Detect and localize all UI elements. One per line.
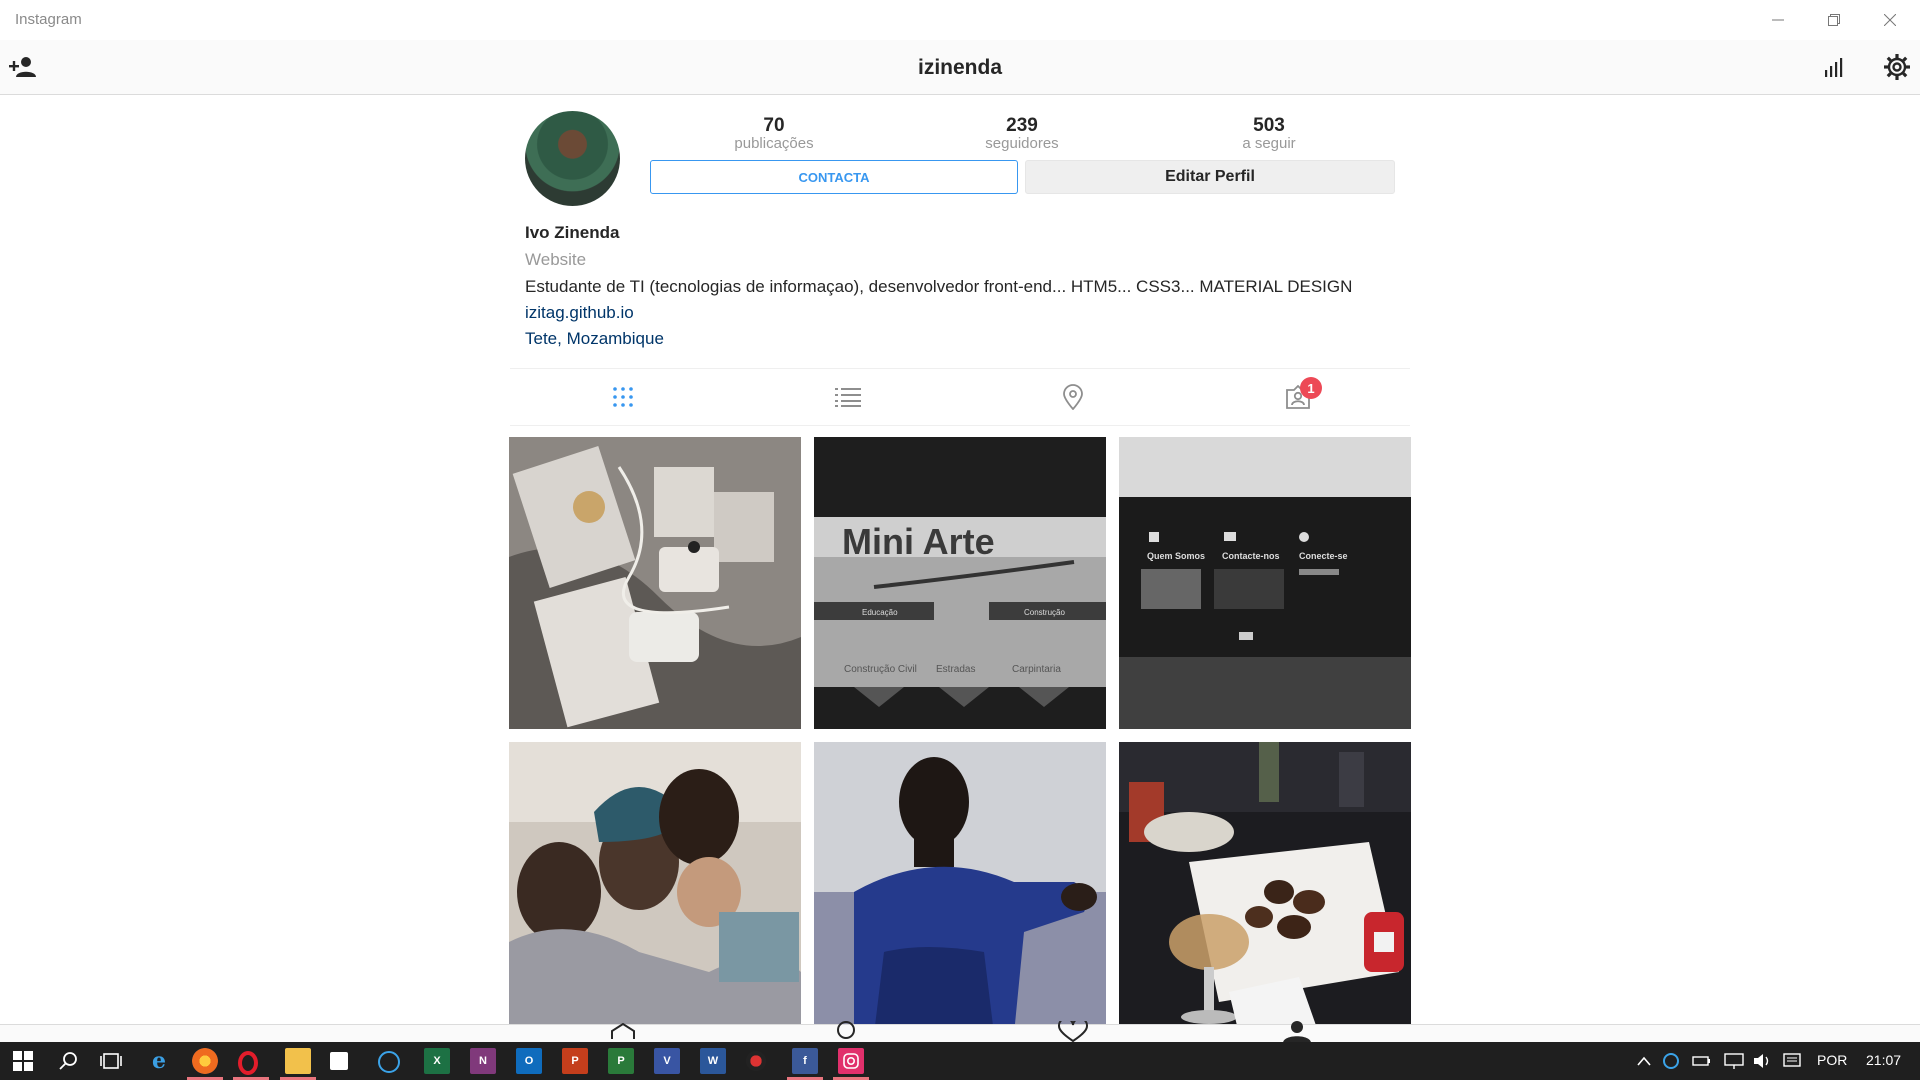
opera-icon[interactable] bbox=[238, 1051, 258, 1075]
tile-text-educacao: Educação bbox=[862, 608, 898, 617]
tile-text-quem-somos: Quem Somos bbox=[1147, 551, 1205, 561]
close-icon bbox=[1884, 14, 1896, 26]
chevron-up-icon[interactable] bbox=[1637, 1056, 1651, 1066]
post-tile[interactable]: Mini Arte Educação Construção Construção… bbox=[814, 437, 1106, 729]
settings-button[interactable] bbox=[1881, 51, 1913, 83]
powerpoint-icon[interactable]: P bbox=[562, 1048, 588, 1074]
visio-icon[interactable]: V bbox=[654, 1048, 680, 1074]
tile-text-carpintaria: Carpintaria bbox=[1012, 664, 1061, 675]
tagged-notification-badge: 1 bbox=[1300, 377, 1322, 399]
stat-followers[interactable]: 239 seguidores bbox=[947, 116, 1097, 152]
stat-following-value: 503 bbox=[1253, 115, 1285, 136]
project-icon[interactable]: P bbox=[608, 1048, 634, 1074]
tab-list[interactable] bbox=[832, 381, 864, 413]
tab-places[interactable] bbox=[1057, 381, 1089, 413]
tab-grid[interactable] bbox=[607, 381, 639, 413]
tile-text-estradas: Estradas bbox=[936, 664, 975, 675]
grid-icon bbox=[613, 387, 633, 407]
store-icon[interactable] bbox=[330, 1052, 348, 1070]
header-username: izinenda bbox=[917, 56, 1002, 79]
outlook-icon[interactable]: O bbox=[516, 1048, 542, 1074]
tile-text-contacte-nos: Contacte-nos bbox=[1222, 551, 1280, 561]
close-button[interactable] bbox=[1862, 0, 1918, 40]
profile-bio: Estudante de TI (tecnologias de informaç… bbox=[525, 277, 1353, 296]
search-button[interactable] bbox=[55, 1048, 81, 1074]
post-image-dinner bbox=[1119, 742, 1411, 1034]
windows-logo-icon bbox=[13, 1051, 33, 1071]
app-header: izinenda bbox=[0, 40, 1920, 95]
search-icon bbox=[59, 1052, 77, 1070]
volume-icon[interactable] bbox=[1752, 1052, 1774, 1070]
profile-website-link[interactable]: izitag.github.io bbox=[525, 303, 634, 323]
word-icon[interactable]: W bbox=[700, 1048, 726, 1074]
edit-profile-button[interactable]: Editar Perfil bbox=[1025, 160, 1395, 194]
post-image-family-selfie bbox=[509, 742, 801, 1034]
restore-icon bbox=[1828, 14, 1840, 26]
post-image-website-footer: Quem Somos Contacte-nos Conecte-se bbox=[1119, 437, 1411, 729]
bottom-nav bbox=[0, 1021, 1920, 1043]
taskbar: e X N O P P V W f POR 21:07 bbox=[0, 1042, 1920, 1080]
onenote-icon[interactable]: N bbox=[470, 1048, 496, 1074]
action-center-icon[interactable] bbox=[1782, 1052, 1802, 1070]
bar-chart-icon bbox=[1825, 58, 1843, 77]
task-view-icon bbox=[100, 1053, 122, 1069]
firefox-icon[interactable] bbox=[192, 1048, 218, 1074]
post-tile[interactable] bbox=[509, 437, 801, 729]
minimize-button[interactable] bbox=[1750, 0, 1806, 40]
search-nav-icon[interactable] bbox=[833, 1021, 859, 1039]
stat-followers-value: 239 bbox=[1006, 115, 1038, 136]
profile-category: Website bbox=[525, 250, 587, 269]
list-icon bbox=[835, 388, 861, 407]
excel-icon[interactable]: X bbox=[424, 1048, 450, 1074]
mini-arte-heading: Mini Arte bbox=[842, 521, 995, 562]
restore-button[interactable] bbox=[1806, 0, 1862, 40]
facebook-icon[interactable]: f bbox=[792, 1048, 818, 1074]
stat-followers-label: seguidores bbox=[985, 135, 1059, 152]
stat-following-label: a seguir bbox=[1242, 135, 1296, 152]
edge-browser-icon[interactable]: e bbox=[146, 1048, 172, 1074]
profile-tabs bbox=[510, 368, 1410, 426]
location-pin-icon bbox=[1063, 384, 1083, 410]
stat-posts[interactable]: 70 publicações bbox=[699, 116, 849, 152]
post-tile[interactable]: Quem Somos Contacte-nos Conecte-se bbox=[1119, 437, 1411, 729]
window-title: Instagram bbox=[15, 11, 82, 28]
contact-button[interactable]: CONTACTA bbox=[650, 160, 1018, 194]
stat-following[interactable]: 503 a seguir bbox=[1194, 116, 1344, 152]
profile-full-name: Ivo Zinenda bbox=[525, 223, 620, 242]
battery-icon[interactable] bbox=[1692, 1052, 1712, 1070]
input-language[interactable]: POR bbox=[1817, 1052, 1847, 1068]
heart-icon[interactable] bbox=[1057, 1021, 1089, 1043]
post-image-selfie bbox=[814, 742, 1106, 1034]
instagram-camera-icon bbox=[843, 1053, 859, 1069]
profile-icon[interactable] bbox=[1281, 1021, 1313, 1043]
home-icon[interactable] bbox=[610, 1023, 636, 1039]
instagram-icon[interactable] bbox=[838, 1048, 864, 1074]
insights-button[interactable] bbox=[1818, 51, 1850, 83]
clock[interactable]: 21:07 bbox=[1866, 1052, 1901, 1068]
post-tile[interactable] bbox=[509, 742, 801, 1034]
avatar[interactable] bbox=[525, 111, 620, 206]
tile-text-conecte-se: Conecte-se bbox=[1299, 551, 1348, 561]
minimize-icon bbox=[1772, 19, 1784, 21]
title-bar: Instagram bbox=[0, 0, 1920, 40]
post-tile[interactable] bbox=[1119, 742, 1411, 1034]
stat-posts-label: publicações bbox=[734, 135, 814, 152]
gear-icon bbox=[1884, 54, 1910, 80]
profile-location-link[interactable]: Tete, Mozambique bbox=[525, 329, 664, 349]
onedrive-sync-icon[interactable] bbox=[1662, 1052, 1680, 1070]
file-explorer-icon[interactable] bbox=[285, 1048, 311, 1074]
media-app-icon[interactable] bbox=[746, 1051, 766, 1071]
sync-app-icon[interactable] bbox=[378, 1051, 400, 1073]
network-icon[interactable] bbox=[1723, 1052, 1745, 1070]
tile-text-construcao-civil: Construção Civil bbox=[844, 664, 917, 675]
post-tile[interactable] bbox=[814, 742, 1106, 1034]
stat-posts-value: 70 bbox=[763, 115, 785, 136]
tile-text-construcao: Construção bbox=[1024, 608, 1065, 617]
start-button[interactable] bbox=[10, 1048, 36, 1074]
post-image-mini-arte: Mini Arte Educação Construção Construção… bbox=[814, 437, 1106, 729]
post-image-iphone-box bbox=[509, 437, 801, 729]
task-view-button[interactable] bbox=[98, 1048, 124, 1074]
